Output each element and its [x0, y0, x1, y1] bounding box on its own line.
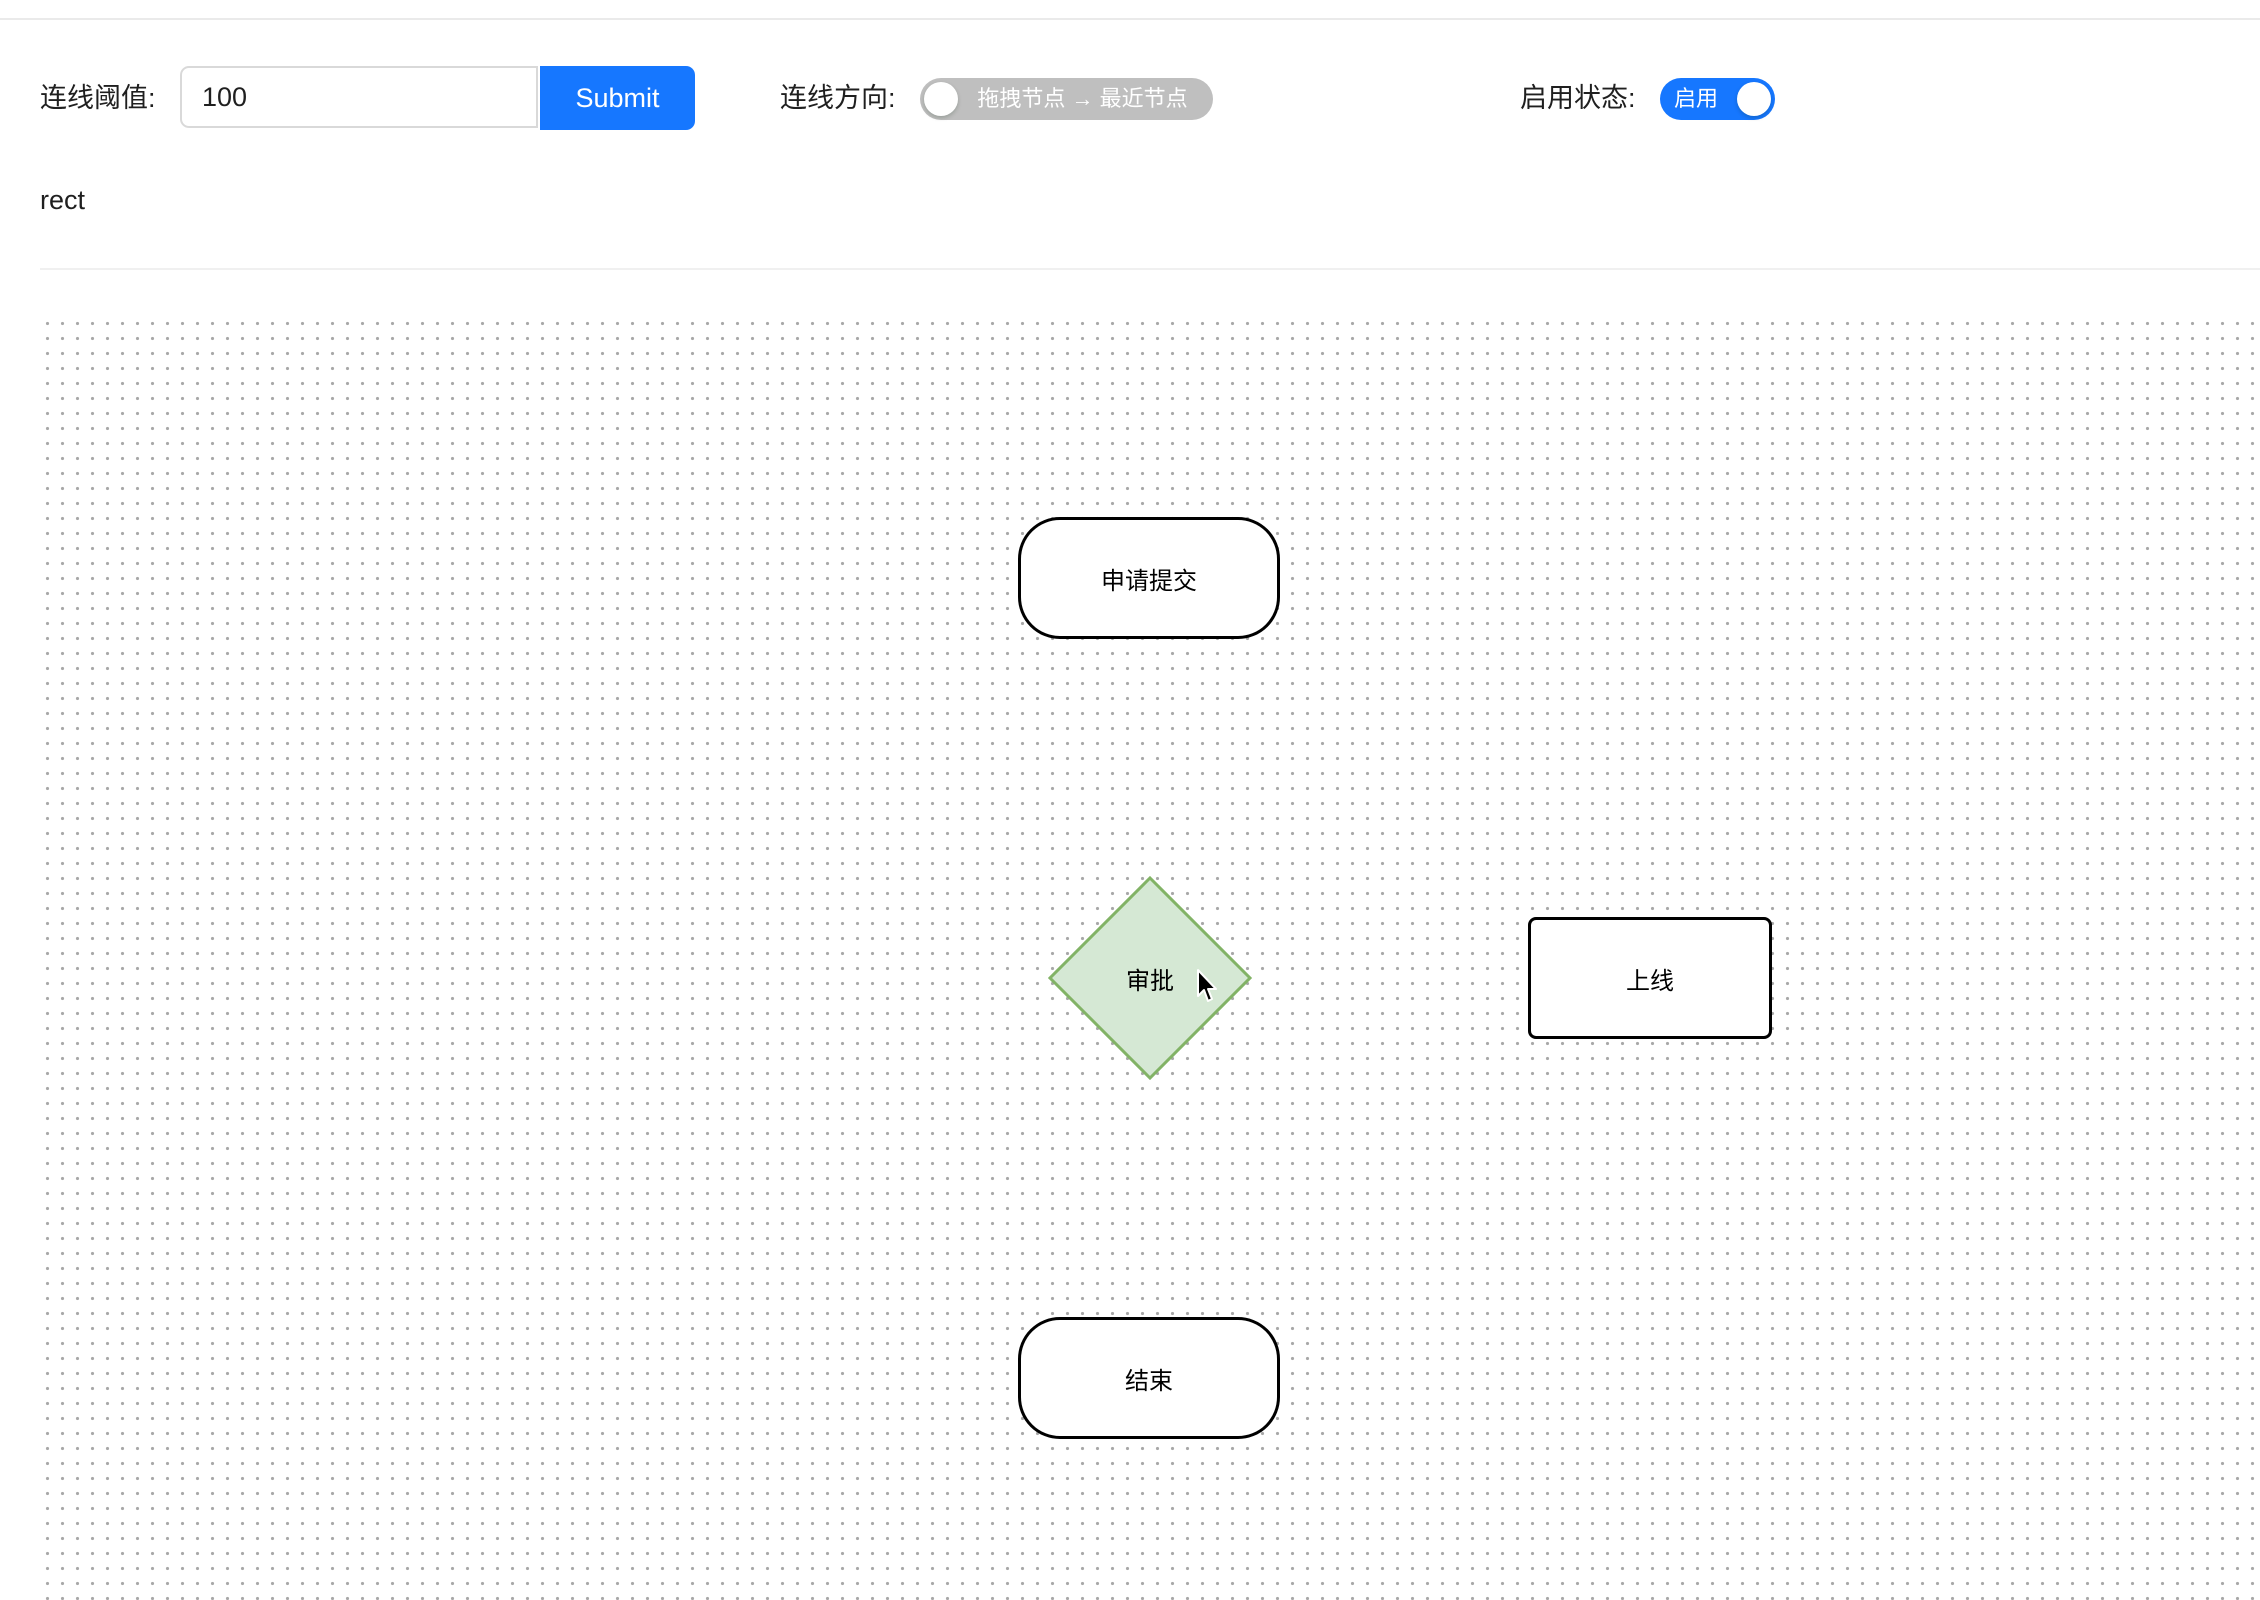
toolbar: 连线阈值: Submit 连线方向: 拖拽节点 → 最近节点 启用状态: 启用	[40, 66, 2220, 130]
node-online[interactable]: 上线	[1528, 917, 1772, 1039]
threshold-input[interactable]	[180, 66, 538, 128]
direction-switch-knob	[924, 82, 958, 116]
node-approve-label: 审批	[1126, 967, 1174, 995]
selected-shape-text: rect	[40, 185, 86, 215]
direction-switch[interactable]: 拖拽节点 → 最近节点	[920, 78, 1213, 120]
enable-label: 启用状态:	[1520, 83, 1636, 113]
node-start[interactable]: 申请提交	[1018, 517, 1280, 639]
top-rule	[0, 18, 2260, 20]
enable-switch[interactable]: 启用	[1660, 78, 1775, 120]
flow-canvas[interactable]: 申请提交 审批 上线 结束	[40, 316, 2260, 1600]
node-end-label: 结束	[1125, 1367, 1173, 1395]
node-online-label: 上线	[1626, 967, 1674, 995]
direction-label: 连线方向:	[780, 83, 896, 113]
enable-switch-knob	[1737, 82, 1771, 116]
node-end[interactable]: 结束	[1018, 1317, 1280, 1439]
enable-switch-text: 启用	[1674, 86, 1719, 111]
section-divider	[40, 268, 2260, 270]
submit-button[interactable]: Submit	[540, 66, 695, 130]
node-approve[interactable]: 审批	[1048, 876, 1252, 1080]
node-start-label: 申请提交	[1101, 567, 1197, 595]
mouse-cursor-icon	[1197, 969, 1217, 1002]
direction-switch-text: 拖拽节点 → 最近节点	[977, 86, 1188, 111]
threshold-label: 连线阈值:	[40, 83, 156, 113]
